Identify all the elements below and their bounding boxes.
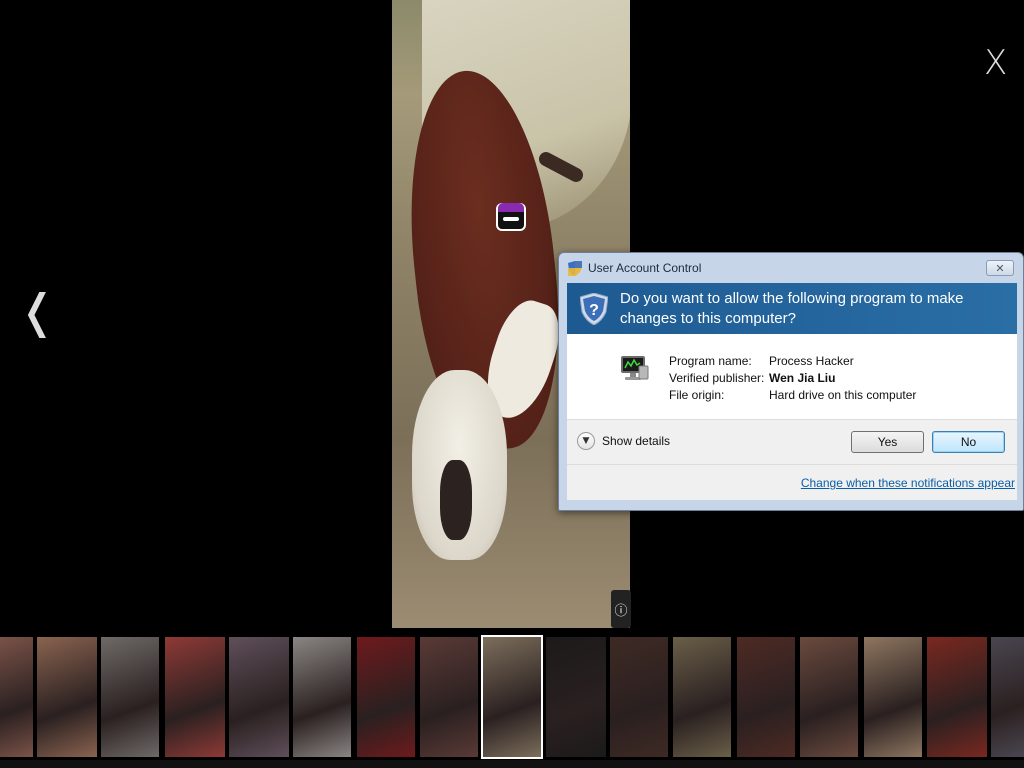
publisher-label: Verified publisher: [669,371,765,385]
origin-label: File origin: [669,388,725,402]
program-monitor-icon [619,354,649,382]
change-notifications-link[interactable]: Change when these notifications appear [801,476,1015,490]
uac-body: Program name: Process Hacker Verified pu… [567,334,1017,419]
program-info-grid: Program name: Process Hacker Verified pu… [669,354,916,405]
thumbnail-4[interactable] [165,637,225,757]
thumbnail-3[interactable] [101,637,159,757]
strip-bottom-bar [0,760,1024,768]
shield-small-icon [568,260,582,276]
origin-value: Hard drive on this computer [769,388,917,402]
origin-row: File origin: Hard drive on this computer [669,388,916,405]
uac-title: User Account Control [588,261,702,275]
show-details-label[interactable]: Show details [602,434,670,448]
thumbnail-17[interactable] [991,637,1024,757]
uac-titlebar: User Account Control ✕ [559,253,1023,283]
thumbnail-1[interactable] [0,637,33,757]
no-button[interactable]: No [932,431,1005,453]
thumbnail-13[interactable] [737,637,795,757]
uac-close-button[interactable]: ✕ [986,260,1014,276]
uac-footer: ▼ Show details Yes No [567,419,1017,464]
thumbnail-7[interactable] [357,637,415,757]
info-button[interactable]: ⓘ [611,590,631,628]
program-name-label: Program name: [669,354,752,368]
thumbnail-16[interactable] [927,637,987,757]
program-name-value: Process Hacker [769,354,854,368]
thumbnail-10[interactable] [546,637,606,757]
program-name-row: Program name: Process Hacker [669,354,916,371]
close-viewer-button[interactable]: X [984,46,1007,80]
question-shield-icon: ? [579,291,609,326]
thumbnail-14[interactable] [800,637,858,757]
uac-question-text: Do you want to allow the following progr… [620,289,964,327]
thumbnail-9[interactable] [481,635,543,759]
thumbnail-8[interactable] [420,637,478,757]
chevron-down-icon[interactable]: ▼ [577,432,595,450]
thumbnail-15[interactable] [864,637,922,757]
thumbnail-11[interactable] [610,637,668,757]
show-details-toggle[interactable]: ▼ Show details [577,432,670,450]
thumbnail-5[interactable] [229,637,289,757]
uac-header: ? Do you want to allow the following pro… [567,283,1017,334]
svg-text:?: ? [589,302,599,319]
cursor-avatar-icon [496,203,526,231]
thumbnail-strip [0,635,1024,759]
uac-link-area: Change when these notifications appear [567,464,1017,500]
previous-image-button[interactable]: ❬ [18,288,57,334]
thumbnail-6[interactable] [293,637,351,757]
thumbnail-2[interactable] [37,637,97,757]
uac-dialog: User Account Control ✕ ? Do you want to … [558,252,1024,511]
yes-button[interactable]: Yes [851,431,924,453]
thumbnail-12[interactable] [673,637,731,757]
photo-cow-mouth [440,460,472,540]
publisher-row: Verified publisher: Wen Jia Liu [669,371,916,388]
publisher-value: Wen Jia Liu [769,371,836,385]
